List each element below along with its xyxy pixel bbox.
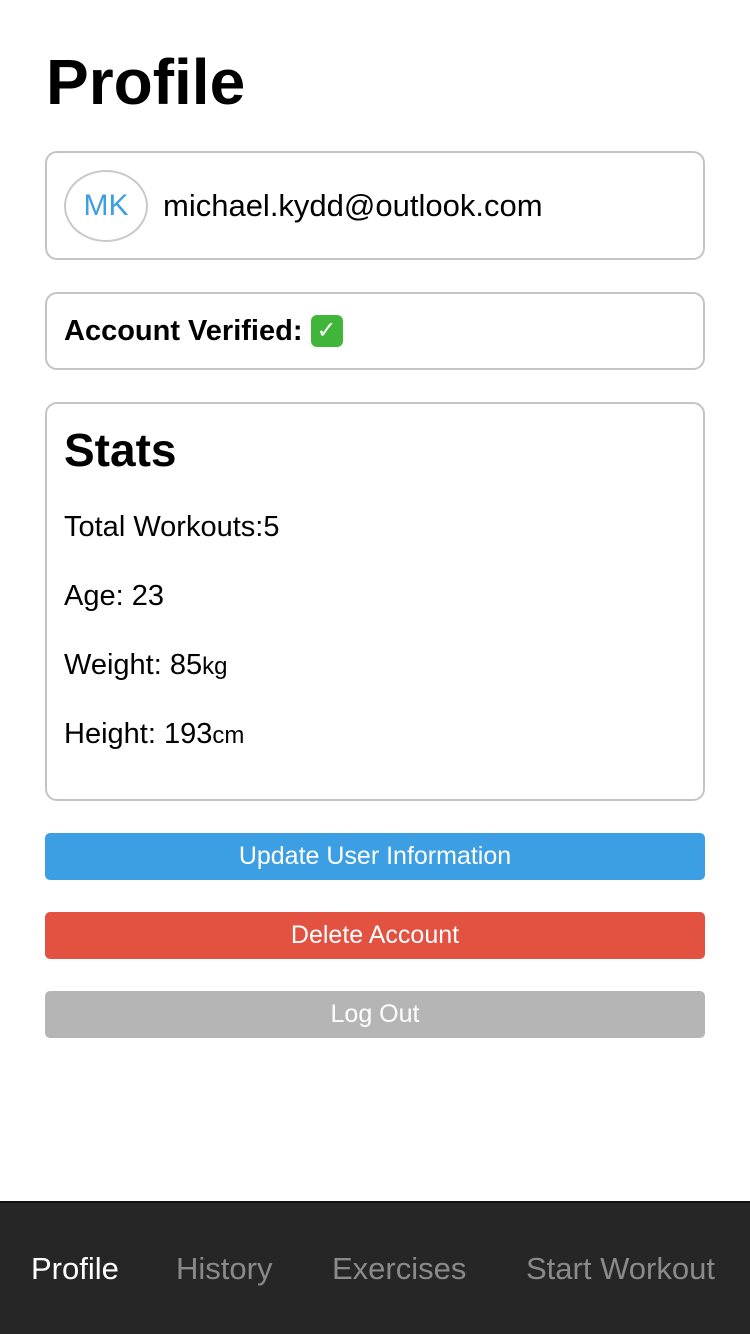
page-title: Profile — [46, 46, 246, 118]
stat-height-value: 193 — [163, 718, 213, 750]
verification-row: Account Verified: ✓ — [64, 294, 343, 368]
update-user-information-button[interactable]: Update User Information — [45, 833, 705, 880]
stat-total-workouts: Total Workouts:5 — [64, 510, 279, 544]
tab-start-workout[interactable]: Start Workout — [526, 1203, 715, 1334]
verification-card: Account Verified: ✓ — [45, 292, 705, 370]
tab-exercises[interactable]: Exercises — [332, 1203, 466, 1334]
tab-history[interactable]: History — [176, 1203, 272, 1334]
user-card: MK michael.kydd@outlook.com — [45, 151, 705, 260]
user-email: michael.kydd@outlook.com — [163, 187, 543, 223]
stat-height-label: Height: — [64, 718, 156, 750]
avatar: MK — [64, 170, 148, 242]
tab-profile[interactable]: Profile — [31, 1203, 119, 1334]
stat-weight: Weight: 85kg — [64, 648, 227, 684]
verification-label: Account Verified: — [64, 314, 303, 347]
stat-age-label: Age: — [64, 580, 124, 612]
stat-weight-value: 85 — [169, 649, 203, 681]
stat-height: Height: 193cm — [64, 717, 244, 753]
stat-weight-label: Weight: — [64, 649, 162, 681]
stats-heading: Stats — [64, 424, 177, 476]
stat-age-value: 23 — [131, 580, 164, 612]
stat-weight-unit: kg — [202, 653, 228, 680]
stat-age: Age: 23 — [64, 579, 164, 613]
delete-account-button[interactable]: Delete Account — [45, 912, 705, 959]
avatar-initials: MK — [83, 189, 129, 222]
stats-card: Stats Total Workouts:5 Age: 23 Weight: 8… — [45, 402, 705, 801]
stat-total-workouts-value: 5 — [263, 511, 280, 543]
stat-height-unit: cm — [212, 722, 245, 749]
check-mark-icon: ✓ — [310, 315, 343, 347]
log-out-button[interactable]: Log Out — [45, 991, 705, 1038]
profile-screen: Profile MK michael.kydd@outlook.com Acco… — [0, 0, 750, 1334]
stat-total-workouts-label: Total Workouts: — [64, 511, 264, 543]
bottom-tab-bar: Profile History Exercises Start Workout — [0, 1201, 750, 1334]
